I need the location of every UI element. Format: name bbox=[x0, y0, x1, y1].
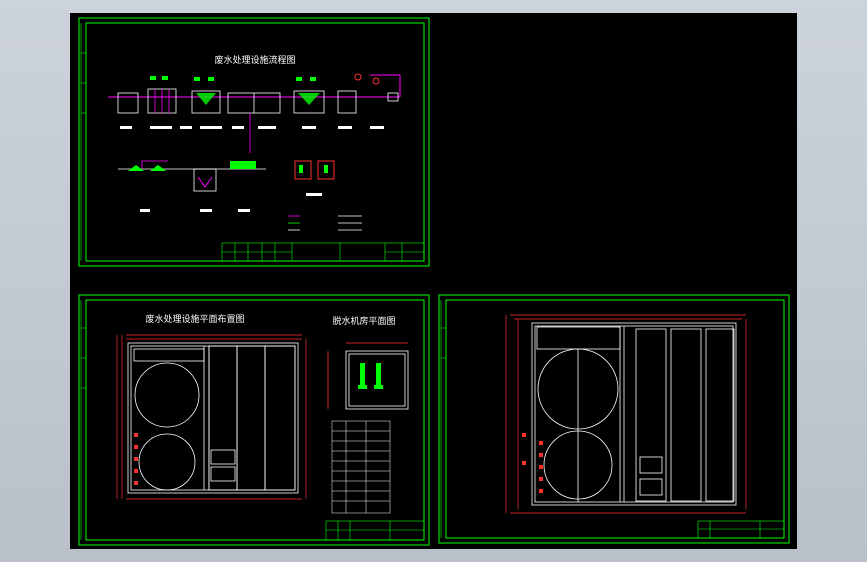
dewatering-room-plan bbox=[327, 342, 409, 410]
sheet2-binding-strip bbox=[80, 300, 86, 540]
drawing-svg: 废水处理设施流程图 废水处理设施平面布置图 脱水机房平面图 bbox=[78, 17, 790, 546]
process-line-sludge bbox=[118, 160, 335, 212]
main-building-plan bbox=[127, 342, 299, 494]
sheet2-dimensions bbox=[116, 334, 307, 500]
equipment-table bbox=[331, 420, 391, 514]
sheet3-dimensions bbox=[505, 314, 747, 514]
sheet-plant-layout[interactable]: 废水处理设施平面布置图 脱水机房平面图 bbox=[78, 294, 430, 546]
column-markers bbox=[134, 433, 138, 485]
sheet1-title: 废水处理设施流程图 bbox=[214, 54, 295, 66]
sheet3-title-block bbox=[697, 520, 785, 539]
sheet-enlarged-plan[interactable] bbox=[438, 294, 790, 544]
sheet-process-flow[interactable]: 废水处理设施流程图 bbox=[78, 17, 430, 267]
sheet2-title-block bbox=[325, 520, 425, 541]
enlarged-column-markers bbox=[522, 433, 543, 493]
cad-drawing-canvas[interactable]: 废水处理设施流程图 废水处理设施平面布置图 脱水机房平面图 bbox=[70, 13, 797, 549]
enlarged-building-plan bbox=[531, 322, 737, 506]
dewatering-equipment bbox=[358, 363, 383, 389]
sheet2-title: 废水处理设施平面布置图 bbox=[145, 313, 244, 325]
sedimentation-tank-1 bbox=[134, 362, 200, 428]
sedimentation-tank-2 bbox=[138, 433, 196, 491]
sheet1-binding-strip bbox=[80, 23, 86, 261]
sheet1-title-block bbox=[221, 242, 425, 262]
process-line-upper bbox=[108, 73, 401, 153]
sheet2-subtitle: 脱水机房平面图 bbox=[332, 315, 395, 327]
sheet3-binding-strip bbox=[440, 300, 446, 538]
clear-water-tank bbox=[337, 90, 357, 114]
collection-tank bbox=[117, 92, 139, 114]
legend bbox=[288, 215, 362, 231]
filter-press bbox=[230, 161, 256, 169]
